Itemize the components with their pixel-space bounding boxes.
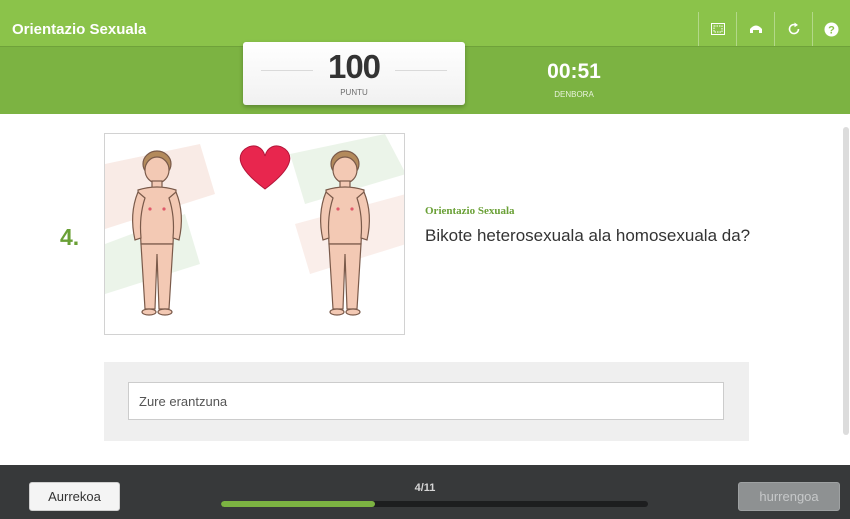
progress-text: 4/11 (414, 482, 436, 494)
answer-input[interactable] (128, 382, 724, 420)
timer-value: 00:51 (547, 60, 601, 83)
fullscreen-icon[interactable] (698, 12, 736, 46)
next-button[interactable]: hurrengoa (738, 482, 840, 511)
question-number: 4. (60, 224, 80, 250)
score-label: PUNTU (340, 88, 368, 97)
scrollbar[interactable] (843, 127, 849, 435)
question-text: Bikote heterosexuala ala homosexuala da? (425, 226, 751, 245)
restart-icon[interactable] (774, 12, 812, 46)
answer-panel (104, 362, 749, 441)
score-value: 100 (327, 48, 381, 85)
toolbar: ? (698, 12, 850, 46)
print-icon[interactable] (736, 12, 774, 46)
progress-fill (221, 501, 375, 507)
svg-text:?: ? (828, 24, 835, 36)
timer-label: DENBORA (554, 90, 594, 99)
help-icon[interactable]: ? (812, 12, 850, 46)
question-category: Orientazio Sexuala (425, 205, 515, 217)
footer-bar: Aurrekoa 4/11 hurrengoa (0, 465, 850, 519)
score-card: 100 PUNTU (243, 42, 465, 105)
question-image (104, 133, 405, 335)
app-title: Orientazio Sexuala (12, 21, 147, 38)
progress-bar (221, 501, 648, 507)
